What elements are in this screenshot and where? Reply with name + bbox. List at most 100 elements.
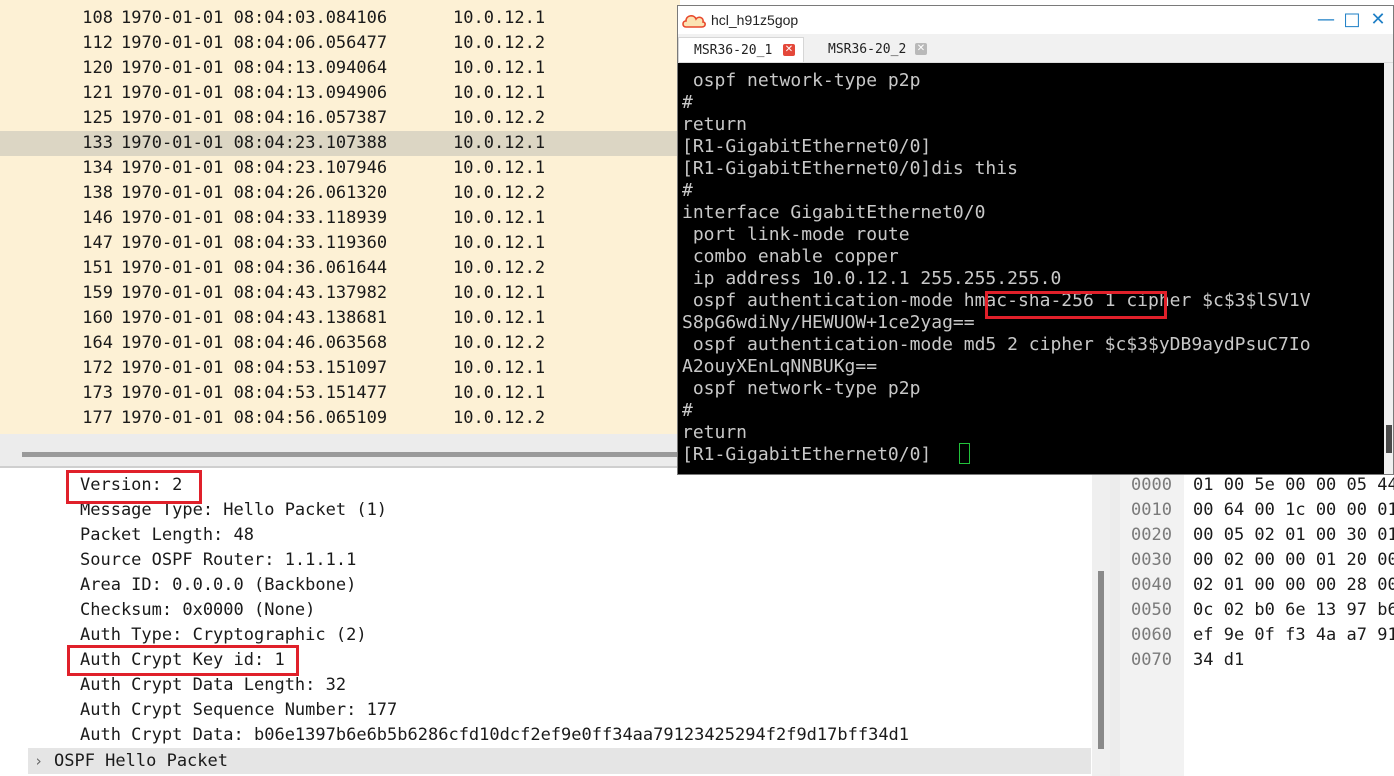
packet-number: 133 — [82, 133, 113, 153]
packet-source: 10.0.12.2 — [453, 333, 546, 353]
packet-row[interactable]: 108 1970-01-01 08:04:03.084106 10.0.12.1 — [0, 6, 680, 31]
title-bar[interactable]: hcl_h91z5gop — □ ✕ — [678, 6, 1393, 34]
detail-field[interactable]: Checksum: 0x0000 (None) — [80, 598, 315, 623]
packet-row[interactable]: 164 1970-01-01 08:04:46.063568 10.0.12.2 — [0, 331, 680, 356]
hex-bytes-row[interactable]: 34 d1 — [1193, 648, 1244, 673]
tab-msr36-20-1[interactable]: MSR36-20_1 ✕ — [678, 37, 804, 62]
packet-row[interactable]: 173 1970-01-01 08:04:53.151477 10.0.12.1 — [0, 381, 680, 406]
packet-source: 10.0.12.1 — [453, 158, 546, 178]
terminal-vertical-scrollbar[interactable] — [1384, 63, 1393, 474]
terminal-output[interactable]: ospf network-type p2p # return [R1-GigabitE… — [678, 63, 1384, 474]
packet-row[interactable]: 177 1970-01-01 08:04:56.065109 10.0.12.2 — [0, 406, 680, 431]
packet-source: 10.0.12.1 — [453, 8, 546, 28]
packet-source: 10.0.12.1 — [453, 283, 546, 303]
packet-source: 10.0.12.1 — [453, 233, 546, 253]
packet-bytes-pane: 0000 0010 0020 0030 0040 0050 0060 0070 01 00 5… — [1120, 468, 1394, 776]
tab-close-icon[interactable]: ✕ — [915, 43, 927, 55]
packet-source: 10.0.12.2 — [453, 108, 546, 128]
packet-row[interactable]: 159 1970-01-01 08:04:43.137982 10.0.12.1 — [0, 281, 680, 306]
packet-time: 1970-01-01 08:04:23.107946 — [121, 158, 388, 178]
packet-source: 10.0.12.1 — [453, 308, 546, 328]
hex-bytes-row[interactable]: ef 9e 0f f3 4a a7 91 — [1193, 623, 1394, 648]
packet-row[interactable]: 120 1970-01-01 08:04:13.094064 10.0.12.1 — [0, 56, 680, 81]
packet-source: 10.0.12.2 — [453, 258, 546, 278]
packet-row[interactable]: 134 1970-01-01 08:04:23.107946 10.0.12.1 — [0, 156, 680, 181]
detail-field[interactable]: Packet Length: 48 — [80, 523, 254, 548]
packet-row[interactable]: 112 1970-01-01 08:04:06.056477 10.0.12.2 — [0, 31, 680, 56]
tab-msr36-20-2[interactable]: MSR36-20_2 ✕ — [813, 37, 939, 62]
terminal-line: # — [682, 400, 693, 421]
packet-number: 160 — [82, 308, 113, 328]
detail-field[interactable]: Auth Crypt Data Length: 32 — [80, 673, 346, 698]
terminal-line: interface GigabitEthernet0/0 — [682, 202, 986, 223]
packet-source: 10.0.12.2 — [453, 183, 546, 203]
packet-row[interactable]: 133 1970-01-01 08:04:23.107388 10.0.12.1 — [0, 131, 680, 156]
detail-field[interactable]: Auth Crypt Sequence Number: 177 — [80, 698, 397, 723]
packet-row[interactable]: 121 1970-01-01 08:04:13.094906 10.0.12.1 — [0, 81, 680, 106]
highlight-box-key-id — [67, 645, 299, 676]
packet-number: 108 — [82, 8, 113, 28]
packet-time: 1970-01-01 08:04:33.118939 — [121, 208, 388, 228]
hex-bytes-row[interactable]: 00 05 02 01 00 30 01 — [1193, 523, 1394, 548]
packet-time: 1970-01-01 08:04:56.065109 — [121, 408, 388, 428]
packet-row[interactable]: 146 1970-01-01 08:04:33.118939 10.0.12.1 — [0, 206, 680, 231]
packet-time: 1970-01-01 08:04:43.138681 — [121, 308, 388, 328]
packet-row[interactable]: 138 1970-01-01 08:04:26.061320 10.0.12.2 — [0, 181, 680, 206]
packet-row[interactable]: 151 1970-01-01 08:04:36.061644 10.0.12.2 — [0, 256, 680, 281]
hex-bytes-row[interactable]: 01 00 5e 00 00 05 44 — [1193, 473, 1394, 498]
hex-offset: 0000 — [1131, 475, 1172, 495]
packet-row[interactable]: 160 1970-01-01 08:04:43.138681 10.0.12.1 — [0, 306, 680, 331]
packet-number: 159 — [82, 283, 113, 303]
packet-number: 121 — [82, 83, 113, 103]
hex-offset: 0010 — [1131, 500, 1172, 520]
terminal-line: combo enable copper — [682, 246, 899, 267]
scrollbar-thumb[interactable] — [22, 452, 680, 457]
pane-separator — [1110, 468, 1120, 776]
terminal-line: return — [682, 114, 748, 135]
scrollbar-thumb[interactable] — [1386, 425, 1392, 453]
packet-source: 10.0.12.1 — [453, 208, 546, 228]
close-button[interactable]: ✕ — [1367, 9, 1389, 31]
packet-number: 134 — [82, 158, 113, 178]
hex-bytes-row[interactable]: 02 01 00 00 00 28 00 — [1193, 573, 1394, 598]
maximize-button[interactable]: □ — [1341, 9, 1363, 31]
packet-number: 120 — [82, 58, 113, 78]
detail-field[interactable]: Source OSPF Router: 1.1.1.1 — [80, 548, 356, 573]
tree-node-ospf-hello-packet[interactable]: › OSPF Hello Packet — [28, 748, 1091, 774]
hex-bytes-row[interactable]: 00 02 00 00 01 20 00 — [1193, 548, 1394, 573]
hex-bytes-row[interactable]: 00 64 00 1c 00 00 01 — [1193, 498, 1394, 523]
chevron-right-icon[interactable]: › — [34, 748, 43, 774]
scrollbar-thumb[interactable] — [1098, 571, 1104, 749]
packet-time: 1970-01-01 08:04:46.063568 — [121, 333, 388, 353]
hex-bytes-row[interactable]: 0c 02 b0 6e 13 97 b6 — [1193, 598, 1394, 623]
terminal-line: # — [682, 92, 693, 113]
packet-source: 10.0.12.1 — [453, 58, 546, 78]
packet-row[interactable]: 172 1970-01-01 08:04:53.151097 10.0.12.1 — [0, 356, 680, 381]
packet-time: 1970-01-01 08:04:53.151097 — [121, 358, 388, 378]
tab-close-icon[interactable]: ✕ — [783, 44, 795, 56]
packet-source: 10.0.12.1 — [453, 358, 546, 378]
packet-time: 1970-01-01 08:04:33.119360 — [121, 233, 388, 253]
packet-details-pane: Version: 2 Message Type: Hello Packet (1)… — [0, 468, 1110, 776]
hex-offset: 0050 — [1131, 600, 1172, 620]
packet-list-horizontal-scrollbar[interactable] — [0, 434, 680, 466]
packet-time: 1970-01-01 08:04:43.137982 — [121, 283, 388, 303]
terminal-cursor — [959, 443, 970, 464]
details-vertical-scrollbar[interactable] — [1092, 468, 1110, 776]
detail-field[interactable]: Auth Crypt Data: b06e1397b6e6b5b6286cfd1… — [80, 723, 909, 748]
detail-field[interactable]: Area ID: 0.0.0.0 (Backbone) — [80, 573, 356, 598]
packet-source: 10.0.12.1 — [453, 83, 546, 103]
packet-row[interactable]: 147 1970-01-01 08:04:33.119360 10.0.12.1 — [0, 231, 680, 256]
packet-number: 125 — [82, 108, 113, 128]
hex-offset: 0020 — [1131, 525, 1172, 545]
packet-time: 1970-01-01 08:04:53.151477 — [121, 383, 388, 403]
packet-time: 1970-01-01 08:04:06.056477 — [121, 33, 388, 53]
terminal-line: ospf network-type p2p — [682, 378, 921, 399]
minimize-button[interactable]: — — [1315, 9, 1337, 31]
packet-number: 173 — [82, 383, 113, 403]
packet-row[interactable]: 125 1970-01-01 08:04:16.057387 10.0.12.2 — [0, 106, 680, 131]
terminal-line: [R1-GigabitEthernet0/0] — [682, 444, 932, 465]
tab-bar: MSR36-20_1 ✕ MSR36-20_2 ✕ — [678, 34, 1393, 63]
packet-time: 1970-01-01 08:04:36.061644 — [121, 258, 388, 278]
terminal-line: ospf network-type p2p — [682, 70, 921, 91]
